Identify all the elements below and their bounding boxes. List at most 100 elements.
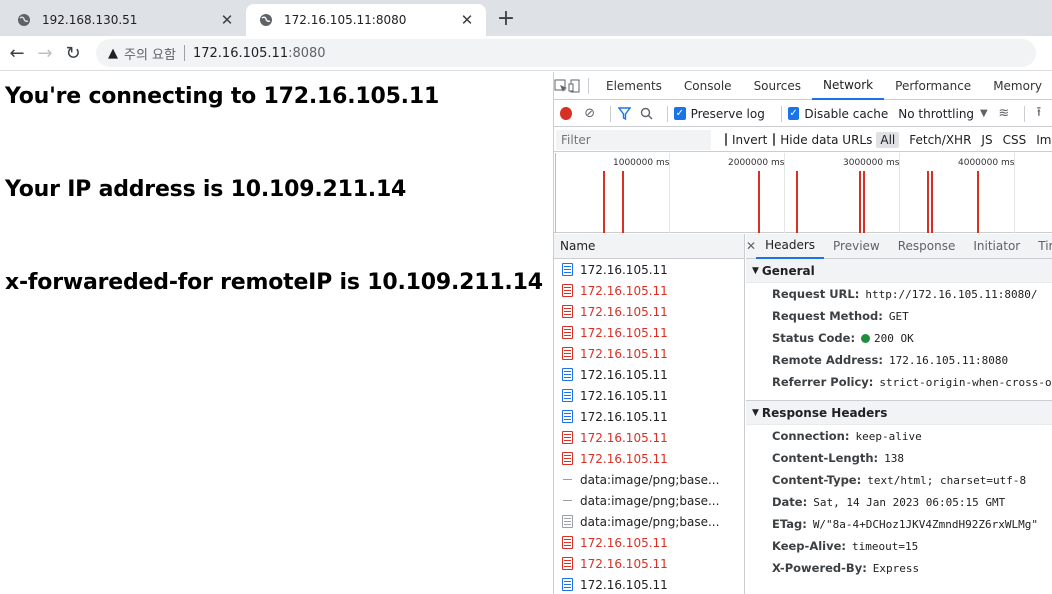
header-key: Status Code: [772,331,856,345]
request-marker [622,171,624,233]
request-row[interactable]: 172.16.105.11 [554,427,744,448]
forward-arrow-icon[interactable]: → [34,42,56,64]
reload-icon[interactable]: ↻ [62,42,84,64]
request-marker [859,171,861,233]
search-icon[interactable] [639,105,655,123]
network-overview-timeline[interactable]: 1000000 ms 2000000 ms 3000000 ms 4000000… [554,153,1052,233]
device-toolbar-icon[interactable] [568,72,582,100]
url-host: 172.16.105.11 [192,45,289,61]
filter-input[interactable] [556,129,711,150]
request-row[interactable]: data:image/png;base... [554,490,744,511]
request-name: 172.16.105.11 [580,577,668,592]
invert-checkbox[interactable] [725,133,727,146]
tab-timing[interactable]: Tim [1029,234,1052,259]
chevron-down-icon[interactable]: ▼ [980,108,988,119]
preserve-log-checkbox[interactable]: ✓ [673,107,686,120]
request-row[interactable]: 172.16.105.11 [554,301,744,322]
request-row[interactable]: 172.16.105.11 [554,280,744,301]
page-heading-ip: Your IP address is 10.109.211.14 [5,177,407,202]
inspect-element-icon[interactable] [554,72,568,100]
request-name: 172.16.105.11 [580,325,668,340]
header-row: Content-Type: text/html; charset=utf-8 [746,469,1052,491]
disable-cache-label[interactable]: Disable cache [804,107,888,121]
throttling-select[interactable]: No throttling [898,107,974,121]
type-filter-css[interactable]: CSS [999,132,1031,148]
request-name: 172.16.105.11 [580,304,668,319]
request-list: Name 172.16.105.11 172.16.105.11 172.16.10… [554,234,745,594]
grid-line [555,153,556,233]
request-row[interactable]: 172.16.105.11 [554,322,744,343]
document-icon [562,578,573,591]
tab-network[interactable]: Network [812,72,885,100]
header-row: Keep-Alive: timeout=15 [746,535,1052,557]
header-value: 172.16.105.11:8080 [888,353,1009,367]
tab-title: 192.168.130.51 [42,13,138,27]
column-header-name[interactable]: Name [554,234,744,259]
network-conditions-icon[interactable]: ≋ [996,105,1012,123]
close-tab-icon[interactable]: ✕ [218,11,236,29]
request-row[interactable]: 172.16.105.11 [554,574,744,594]
header-value: Sat, 14 Jan 2023 06:05:15 GMT [813,495,1006,509]
close-tab-icon[interactable]: ✕ [458,11,476,29]
request-row[interactable]: 172.16.105.11 [554,259,744,280]
request-row[interactable]: 172.16.105.11 [554,448,744,469]
tab-elements[interactable]: Elements [595,72,673,100]
document-icon [562,452,573,465]
request-row[interactable]: 172.16.105.11 [554,553,744,574]
header-key: Connection: [772,429,850,443]
header-value: http://172.16.105.11:8080/ [865,287,1038,301]
header-value: timeout=15 [852,539,919,553]
request-row[interactable]: data:image/png;base... [554,469,744,490]
general-section-header[interactable]: ▼ General [746,259,1052,283]
globe-icon [16,12,32,28]
warning-icon[interactable]: ▲ [108,46,118,61]
invert-label[interactable]: Invert [732,133,767,147]
tab-memory[interactable]: Memory [982,72,1052,100]
back-arrow-icon[interactable]: ← [6,42,28,64]
tab-initiator[interactable]: Initiator [964,234,1029,259]
response-headers-section-header[interactable]: ▼ Response Headers [746,401,1052,425]
tab-console[interactable]: Console [673,72,743,100]
request-name: 172.16.105.11 [580,283,668,298]
tab-sources[interactable]: Sources [743,72,812,100]
request-row[interactable]: 172.16.105.11 [554,532,744,553]
record-icon[interactable] [560,107,572,120]
hide-data-urls-checkbox[interactable] [773,133,776,146]
type-filter-js[interactable]: JS [977,132,996,148]
type-filter-img[interactable]: Im [1032,132,1052,148]
header-key: Content-Type: [772,473,862,487]
type-filter-fetch-xhr[interactable]: Fetch/XHR [905,132,975,148]
request-row[interactable]: data:image/png;base... [554,511,744,532]
disable-cache-checkbox[interactable]: ✓ [787,107,800,120]
browser-tab-2[interactable]: 172.16.105.11:8080 ✕ [246,4,486,36]
request-name: data:image/png;base... [580,514,720,529]
request-name: data:image/png;base... [580,493,720,508]
tab-title: 172.16.105.11:8080 [284,13,407,27]
request-row[interactable]: 172.16.105.11 [554,385,744,406]
header-key: ETag: [772,517,807,531]
browser-tab-1[interactable]: 192.168.130.51 ✕ [4,4,246,36]
tab-response[interactable]: Response [889,234,965,259]
security-warning-text[interactable]: 주의 요함 [124,44,176,63]
import-har-icon[interactable]: ⭱ [1031,105,1047,123]
preserve-log-label[interactable]: Preserve log [691,107,765,121]
request-marker [603,171,605,233]
clear-icon[interactable]: ⊘ [582,105,598,123]
tab-headers[interactable]: Headers [756,234,825,259]
request-row[interactable]: 172.16.105.11 [554,343,744,364]
filter-icon[interactable] [617,105,633,123]
hide-data-urls-label[interactable]: Hide data URLs [780,133,872,147]
request-row[interactable]: 172.16.105.11 [554,406,744,427]
divider [588,77,589,94]
header-row: Referrer Policy: strict-origin-when-cros… [746,371,1052,393]
type-filter-all[interactable]: All [876,131,900,148]
new-tab-icon[interactable]: + [494,6,518,31]
timeline-tick-label: 2000000 ms [728,158,785,168]
network-toolbar: ⊘ ✓ Preserve log ✓ Disable cache No thro… [554,101,1052,127]
tab-preview[interactable]: Preview [824,234,889,259]
tab-performance[interactable]: Performance [884,72,982,100]
request-row[interactable]: 172.16.105.11 [554,364,744,385]
timeline-tick-label: 1000000 ms [613,158,670,168]
close-icon[interactable]: ✕ [746,239,756,253]
address-bar[interactable]: ▲ 주의 요함 172.16.105.11:8080 [96,39,1036,67]
